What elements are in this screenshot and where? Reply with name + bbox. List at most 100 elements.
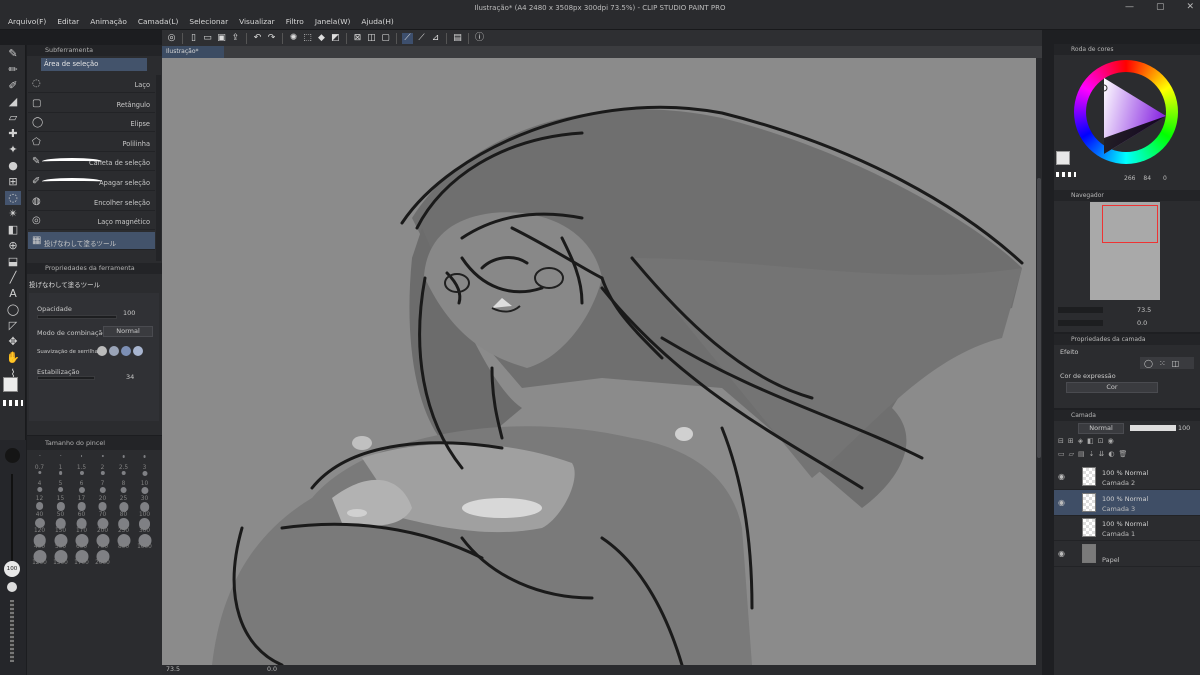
correct-line-icon[interactable]: ◸	[5, 319, 21, 333]
export-icon[interactable]: ⇪	[230, 33, 241, 44]
new-raster-layer-icon[interactable]: ▭	[1058, 450, 1065, 460]
save-icon[interactable]: ▣	[216, 33, 227, 44]
eye-icon[interactable]: ◉	[1058, 472, 1065, 481]
snap-ruler-icon[interactable]: ⟋	[402, 32, 413, 44]
brush-size-cell[interactable]: 2	[92, 454, 113, 471]
hue-value[interactable]: 266	[1124, 175, 1135, 182]
brush-size-cell[interactable]: 30	[134, 486, 155, 502]
brush-size-value[interactable]: 100	[4, 561, 20, 577]
redo-icon[interactable]: ↷	[266, 33, 277, 44]
visibility-icon[interactable]: ◉	[1108, 437, 1114, 447]
brush-size-cell[interactable]: 5	[50, 470, 71, 487]
hand-icon[interactable]: ✋	[5, 351, 21, 365]
figure-icon[interactable]: ⬓	[5, 255, 21, 269]
brush-size-cell[interactable]: 1700	[71, 549, 92, 566]
subtool-item-2[interactable]: ◯ Elipse	[28, 114, 155, 133]
new-vector-layer-icon[interactable]: ▱	[1069, 450, 1074, 460]
navigator-preview[interactable]	[1090, 202, 1160, 300]
brush-size-cell[interactable]: 4	[29, 470, 50, 487]
subtool-item-1[interactable]: ▢ Retângulo	[28, 95, 155, 113]
brush-size-cell[interactable]: 40	[29, 501, 50, 518]
antialias-medium-icon[interactable]	[121, 346, 131, 356]
stabilization-value[interactable]: 34	[126, 373, 134, 381]
blend-mode-select[interactable]: Normal	[103, 326, 153, 337]
brush-size-cell[interactable]: 250	[113, 517, 134, 534]
deselect-icon[interactable]: ⊠	[352, 33, 363, 44]
subtool-item-7[interactable]: ◎ Laço magnético	[28, 212, 155, 231]
brush-icon[interactable]: ✐	[5, 79, 21, 93]
current-color-swatch[interactable]	[1056, 151, 1070, 165]
brush-size-cell[interactable]: 1	[50, 454, 71, 471]
angle-readout[interactable]: 0.0	[267, 666, 277, 673]
brush-size-cell[interactable]: 20	[92, 486, 113, 502]
auto-select-icon[interactable]: ✴	[5, 207, 21, 221]
subtool-item-0[interactable]: ◌ Laço	[28, 75, 155, 93]
mask-icon[interactable]: ⊡	[1098, 437, 1104, 447]
saturation-triangle[interactable]	[1094, 78, 1174, 154]
reference-icon[interactable]: ◈	[1078, 437, 1083, 447]
navigator-angle-slider[interactable]	[1058, 320, 1103, 326]
menu-item-7[interactable]: Janela(W)	[315, 17, 351, 26]
pencil-icon[interactable]: ✏	[5, 63, 21, 77]
brush-size-cell[interactable]: 15	[50, 486, 71, 502]
brush-size-cell[interactable]: 8	[113, 470, 134, 487]
menu-item-4[interactable]: Selecionar	[189, 17, 228, 26]
menu-item-6[interactable]: Filtro	[286, 17, 304, 26]
lock-icon[interactable]: ⊟	[1058, 437, 1064, 447]
transparent-swatch[interactable]	[1056, 172, 1076, 177]
brush-size-cell[interactable]: 800	[113, 533, 134, 550]
brush-size-cell[interactable]: 60	[71, 501, 92, 518]
fill-bucket-icon[interactable]: ●	[5, 159, 21, 173]
antialias-strong-icon[interactable]	[133, 346, 143, 356]
layer-row[interactable]: ◉ 100 % Normal Camada 3	[1054, 489, 1200, 516]
subtool-item-3[interactable]: ⬠ Polilinha	[28, 134, 155, 152]
new-file-icon[interactable]: ▯	[188, 33, 199, 44]
fill-paint-icon[interactable]: ◩	[330, 33, 341, 44]
saturation-value[interactable]: 84	[1143, 175, 1151, 182]
menu-item-0[interactable]: Arquivo(F)	[8, 17, 46, 26]
brush-size-cell[interactable]: 50	[50, 501, 71, 518]
snap-special-icon[interactable]: ⟋	[416, 33, 427, 44]
opacity-track[interactable]	[10, 600, 14, 662]
border-effect-icon[interactable]: ◯	[1144, 359, 1153, 368]
brush-size-cell[interactable]: 150	[50, 517, 71, 534]
eraser-icon[interactable]: ▱	[5, 111, 21, 125]
maximize-button[interactable]: ▢	[1156, 2, 1165, 12]
transform-icon[interactable]: ⬚	[302, 33, 313, 44]
menu-item-3[interactable]: Camada(L)	[138, 17, 179, 26]
menu-item-2[interactable]: Animação	[90, 17, 127, 26]
brush-size-cell[interactable]: 2000	[92, 549, 113, 566]
decoration-icon[interactable]: ✚	[5, 127, 21, 141]
gradient-icon[interactable]: ◧	[5, 223, 21, 237]
transparent-color-swatch[interactable]	[3, 400, 23, 406]
move-layer-icon[interactable]: ✥	[5, 335, 21, 349]
undo-icon[interactable]: ↶	[252, 33, 263, 44]
opacity-value[interactable]: 100	[123, 309, 135, 317]
balloon-icon[interactable]: ◯	[5, 303, 21, 317]
navigator-view-frame[interactable]	[1102, 205, 1158, 243]
eye-icon[interactable]: ◉	[1058, 498, 1065, 507]
menu-item-8[interactable]: Ajuda(H)	[361, 17, 393, 26]
brush-size-cell[interactable]: 1500	[50, 549, 71, 566]
text-icon[interactable]: A	[5, 287, 21, 301]
layer-row[interactable]: ◉ Papel	[1054, 541, 1200, 567]
stabilization-slider[interactable]	[37, 376, 95, 380]
clear-icon[interactable]: ✺	[288, 33, 299, 44]
brush-size-cell[interactable]: 7	[92, 470, 113, 487]
antialias-weak-icon[interactable]	[109, 346, 119, 356]
brush-size-cell[interactable]: 1.5	[71, 454, 92, 471]
subtool-item-6[interactable]: ◍ Encolher seleção	[28, 193, 155, 211]
layer-color-icon[interactable]: ◫	[1172, 359, 1180, 368]
zoom-readout[interactable]: 73.5	[166, 666, 180, 673]
delete-layer-icon[interactable]: 🗑	[1119, 450, 1128, 460]
brush-size-cell[interactable]: 170	[71, 517, 92, 534]
device-icon[interactable]: ▤	[452, 33, 463, 44]
airbrush-icon[interactable]: ◢	[5, 95, 21, 109]
layer-opacity-value[interactable]: 100	[1178, 424, 1190, 432]
snap-grid-icon[interactable]: ⊿	[430, 33, 441, 44]
zoom-icon[interactable]: ⊕	[5, 239, 21, 253]
frame-icon[interactable]: ⊞	[5, 175, 21, 189]
brush-size-cell[interactable]: 200	[92, 517, 113, 534]
canvas[interactable]	[162, 58, 1036, 665]
brush-size-cell[interactable]: 600	[71, 533, 92, 550]
